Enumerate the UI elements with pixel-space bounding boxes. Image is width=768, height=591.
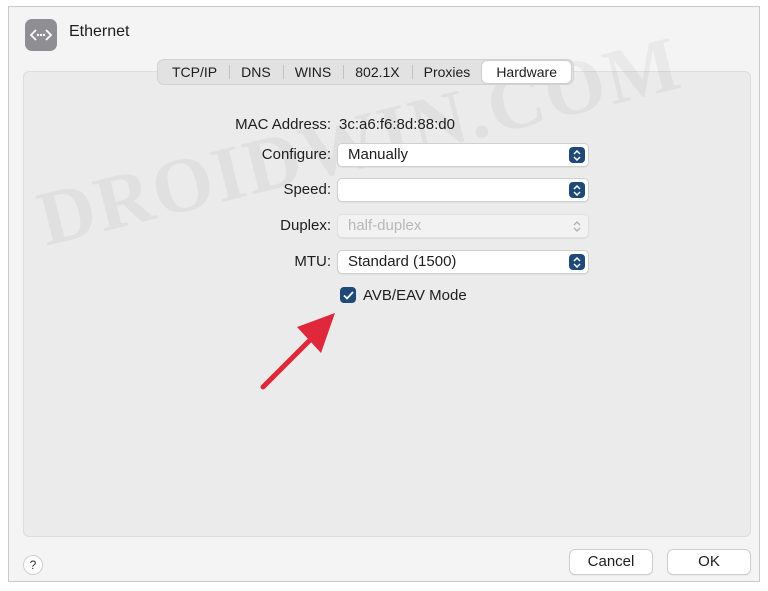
- ethernet-dialog: Ethernet DROIDWIN.COM TCP/IP DNS WINS 80…: [8, 6, 760, 582]
- avb-mode-row: AVB/EAV Mode: [9, 284, 761, 308]
- avb-mode-checkbox[interactable]: [340, 287, 356, 303]
- tab-hardware[interactable]: Hardware: [482, 61, 572, 83]
- configure-value: Manually: [348, 146, 409, 163]
- chevron-up-down-icon: [569, 147, 585, 163]
- chevron-up-down-icon: [569, 218, 585, 234]
- ok-button[interactable]: OK: [667, 549, 751, 575]
- chevron-up-down-icon: [569, 182, 585, 198]
- checkmark-icon: [342, 290, 354, 300]
- speed-select[interactable]: [337, 178, 589, 202]
- ethernet-icon: [25, 19, 57, 51]
- duplex-label: Duplex:: [280, 217, 331, 234]
- configure-label: Configure:: [261, 146, 331, 163]
- mtu-select[interactable]: Standard (1500): [337, 250, 589, 274]
- duplex-select[interactable]: half-duplex: [337, 214, 589, 238]
- mtu-row: MTU: Standard (1500): [9, 250, 761, 274]
- tab-proxies[interactable]: Proxies: [411, 62, 483, 82]
- mac-address-label: MAC Address:: [235, 116, 331, 133]
- help-button[interactable]: ?: [23, 555, 43, 575]
- annotation-arrow-icon: [260, 313, 335, 390]
- tab-wins[interactable]: WINS: [282, 62, 344, 82]
- tab-tcpip[interactable]: TCP/IP: [160, 62, 229, 82]
- mac-address-value: 3c:a6:f6:8d:88:d0: [339, 116, 455, 133]
- mtu-label: MTU:: [294, 253, 331, 270]
- tab-dns[interactable]: DNS: [229, 62, 283, 82]
- duplex-value: half-duplex: [348, 217, 422, 234]
- window-title: Ethernet: [69, 23, 130, 40]
- avb-mode-label: AVB/EAV Mode: [363, 287, 467, 304]
- cancel-button[interactable]: Cancel: [569, 549, 653, 575]
- chevron-up-down-icon: [569, 254, 585, 270]
- speed-row: Speed:: [9, 178, 761, 202]
- tab-bar: TCP/IP DNS WINS 802.1X Proxies Hardware: [157, 59, 575, 85]
- speed-label: Speed:: [283, 181, 331, 198]
- configure-select[interactable]: Manually: [337, 143, 589, 167]
- mac-address-row: MAC Address: 3c:a6:f6:8d:88:d0: [9, 113, 761, 137]
- mtu-value: Standard (1500): [348, 253, 457, 270]
- configure-row: Configure: Manually: [9, 143, 761, 167]
- tab-8021x[interactable]: 802.1X: [343, 62, 411, 82]
- duplex-row: Duplex: half-duplex: [9, 214, 761, 238]
